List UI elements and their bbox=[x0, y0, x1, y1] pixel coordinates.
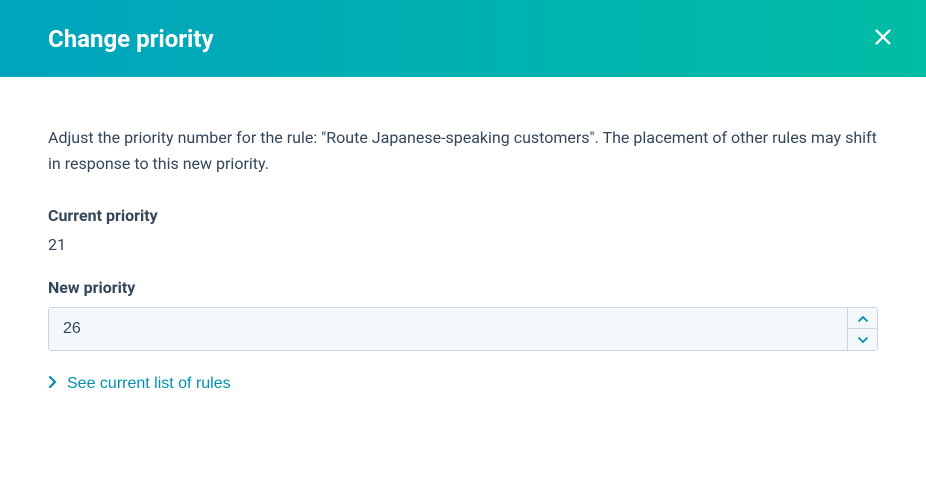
modal-body: Adjust the priority number for the rule:… bbox=[0, 77, 926, 394]
chevron-right-icon bbox=[48, 375, 57, 394]
see-rules-link[interactable]: See current list of rules bbox=[48, 375, 231, 394]
chevron-up-icon bbox=[857, 311, 869, 326]
chevron-down-icon bbox=[857, 332, 869, 347]
current-priority-label: Current priority bbox=[48, 206, 878, 225]
new-priority-stepper bbox=[48, 307, 878, 351]
close-icon bbox=[872, 26, 894, 51]
modal-header: Change priority bbox=[0, 0, 926, 77]
change-priority-modal: Change priority Adjust the priority numb… bbox=[0, 0, 926, 502]
new-priority-label: New priority bbox=[48, 278, 878, 297]
see-rules-label: See current list of rules bbox=[67, 375, 231, 393]
current-priority-value: 21 bbox=[48, 235, 66, 254]
close-button[interactable] bbox=[868, 22, 898, 55]
new-priority-group: New priority bbox=[48, 278, 878, 351]
current-priority-group: Current priority 21 bbox=[48, 206, 878, 254]
stepper-down-button[interactable] bbox=[848, 329, 877, 350]
new-priority-input[interactable] bbox=[49, 308, 847, 350]
stepper-buttons bbox=[847, 308, 877, 350]
stepper-up-button[interactable] bbox=[848, 308, 877, 330]
modal-title: Change priority bbox=[48, 25, 214, 53]
priority-description: Adjust the priority number for the rule:… bbox=[48, 125, 878, 178]
